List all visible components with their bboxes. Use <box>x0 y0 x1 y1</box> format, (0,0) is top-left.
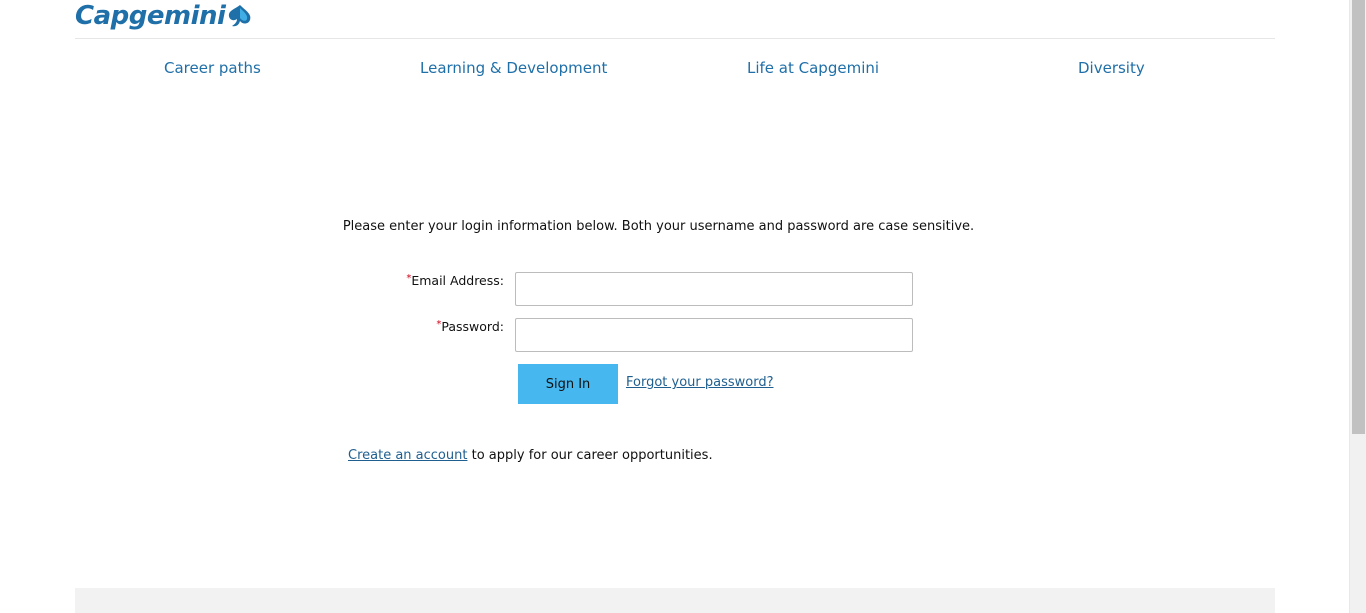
logo-text: Capgemini <box>75 1 226 31</box>
sign-in-button[interactable]: Sign In <box>518 364 618 404</box>
scrollbar-thumb[interactable] <box>1352 0 1365 434</box>
password-label-text: Password: <box>441 319 504 334</box>
nav-life-at-capgemini[interactable]: Life at Capgemini <box>747 56 879 80</box>
spade-icon <box>229 5 251 27</box>
nav-career-paths[interactable]: Career paths <box>164 56 261 80</box>
vertical-scrollbar[interactable] <box>1349 0 1366 613</box>
create-account-line: Create an account to apply for our caree… <box>348 448 713 463</box>
password-field[interactable] <box>515 318 913 352</box>
footer-band <box>75 588 1275 613</box>
email-label-text: Email Address: <box>411 273 504 288</box>
email-label: *Email Address: <box>304 273 504 288</box>
main-nav: Career paths Learning & Development Life… <box>75 56 1275 82</box>
forgot-password-link[interactable]: Forgot your password? <box>626 375 774 390</box>
password-label: *Password: <box>304 319 504 334</box>
create-account-text: to apply for our career opportunities. <box>467 448 713 463</box>
nav-diversity[interactable]: Diversity <box>1078 56 1145 80</box>
nav-learning-development[interactable]: Learning & Development <box>420 56 607 80</box>
create-account-link[interactable]: Create an account <box>348 448 467 463</box>
capgemini-logo[interactable]: Capgemini <box>75 0 254 38</box>
header-divider <box>75 38 1275 39</box>
email-field[interactable] <box>515 272 913 306</box>
login-instructions: Please enter your login information belo… <box>342 219 975 234</box>
page: Capgemini Career paths Learning & Develo… <box>0 0 1366 613</box>
